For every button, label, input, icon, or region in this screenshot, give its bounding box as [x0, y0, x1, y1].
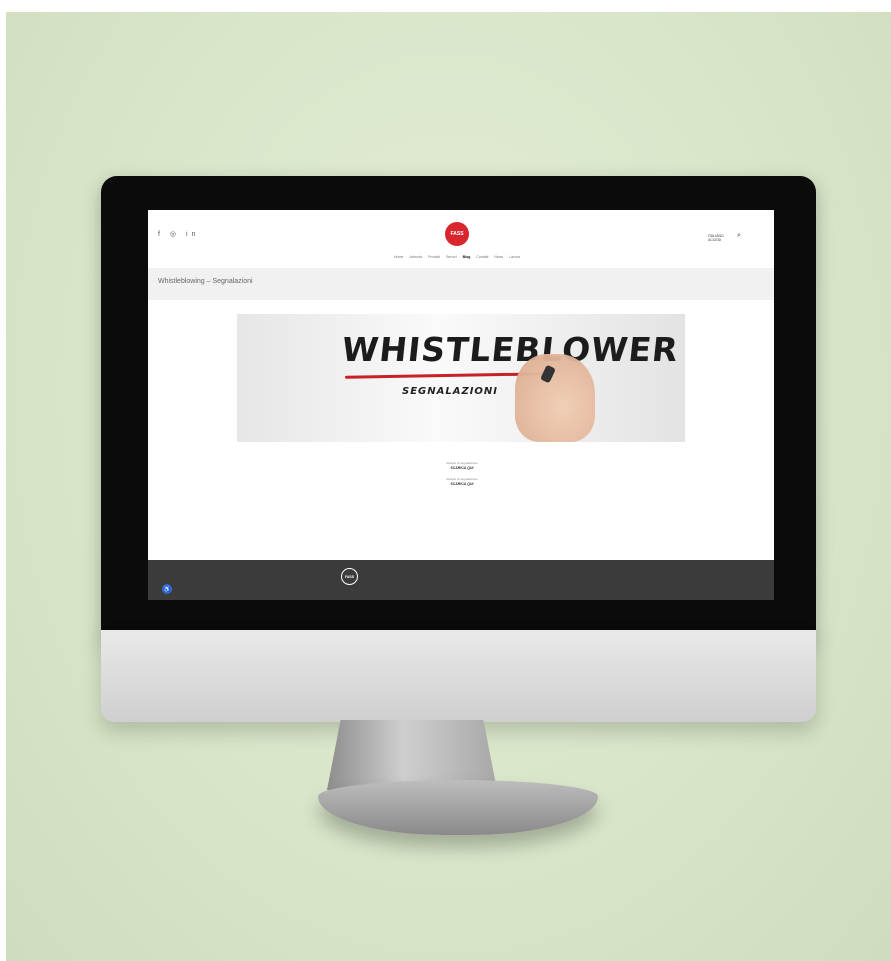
monitor-screen: f ◎ in FASS Home Azienda Prodotti Serviz… — [148, 210, 774, 600]
nav-item-news[interactable]: News — [494, 255, 503, 259]
nav-item-contatti[interactable]: Contatti — [476, 255, 488, 259]
footer-logo[interactable]: FASS — [341, 568, 358, 585]
download-1-button[interactable]: SCARICA QUI — [324, 466, 600, 471]
nav-item-blog[interactable]: Blog — [463, 255, 471, 259]
banner-subtitle: SEGNALAZIONI — [402, 386, 499, 397]
nav-item-azienda[interactable]: Azienda — [409, 255, 422, 259]
monitor-chin — [101, 630, 816, 722]
banner-title: WHISTLEBLOWER — [339, 330, 681, 369]
page-title-bar: Whistleblowing – Segnalazioni — [148, 268, 774, 300]
social-links[interactable]: f ◎ in — [158, 230, 199, 238]
page-title: Whistleblowing – Segnalazioni — [158, 278, 253, 285]
language-account[interactable]: ITALIANO ACCEDI — [708, 234, 724, 242]
brand-logo[interactable]: FASS — [445, 222, 469, 246]
main-nav: Home Azienda Prodotti Servizi Blog Conta… — [394, 255, 520, 259]
accessibility-icon[interactable]: ♿ — [162, 584, 172, 594]
nav-item-servizi[interactable]: Servizi — [446, 255, 457, 259]
nav-item-home[interactable]: Home — [394, 255, 403, 259]
page-body: Modulo di segnalazione SCARICA QUI Modul… — [324, 455, 600, 487]
nav-item-prodotti[interactable]: Prodotti — [428, 255, 440, 259]
hand-illustration — [515, 354, 595, 442]
account-label: ACCEDI — [708, 238, 722, 242]
site-header: f ◎ in FASS Home Azienda Prodotti Serviz… — [148, 210, 774, 269]
main-content: WHISTLEBLOWER SEGNALAZIONI Modulo di seg… — [148, 300, 774, 560]
site-footer: ♿ FASS — [148, 560, 774, 600]
nav-item-lavora[interactable]: Lavora — [509, 255, 520, 259]
hero-banner: WHISTLEBLOWER SEGNALAZIONI — [237, 314, 685, 442]
download-2-button[interactable]: SCARICA QUI — [324, 482, 600, 487]
search-icon[interactable]: ⌕ — [737, 232, 741, 240]
